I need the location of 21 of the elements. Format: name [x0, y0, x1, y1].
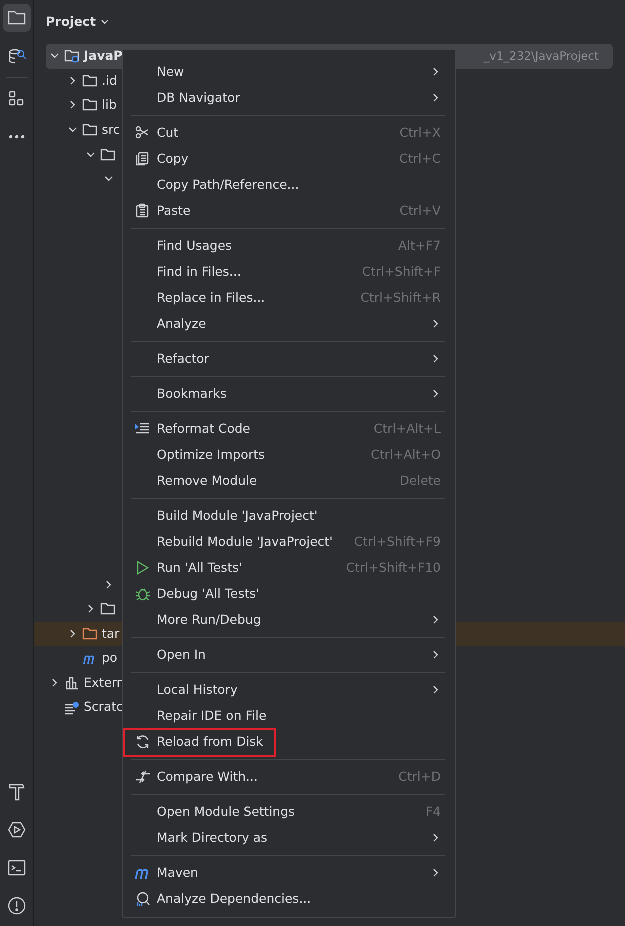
- tree-label: src: [102, 120, 120, 139]
- shortcut-text: Delete: [400, 472, 441, 490]
- shortcut-text: Ctrl+V: [400, 202, 441, 220]
- shortcut-text: Ctrl+Alt+O: [371, 446, 441, 464]
- project-name: JavaP: [84, 46, 123, 65]
- shortcut-text: Ctrl+Shift+F: [362, 262, 441, 281]
- shortcut-text: F4: [426, 802, 441, 821]
- shortcut-text: Ctrl+C: [400, 150, 441, 168]
- shortcut-text: Ctrl+Shift+R: [360, 288, 441, 307]
- shortcut-text: Ctrl+Shift+F10: [346, 558, 441, 577]
- shortcut-text: Alt+F7: [398, 236, 441, 255]
- tree-label: Scratc: [84, 698, 124, 716]
- tree-label: tar: [102, 624, 120, 643]
- shortcut-text: Ctrl+Shift+F9: [354, 532, 441, 551]
- shortcut-text: Ctrl+D: [398, 768, 441, 786]
- tree-label: po: [102, 649, 118, 668]
- project-path: _v1_232\JavaProject: [484, 48, 599, 65]
- tree-label: .id: [102, 72, 118, 90]
- shortcut-text: Ctrl+X: [400, 124, 441, 142]
- shortcut-text: Ctrl+Alt+L: [374, 420, 441, 438]
- tree-label: lib: [102, 96, 117, 114]
